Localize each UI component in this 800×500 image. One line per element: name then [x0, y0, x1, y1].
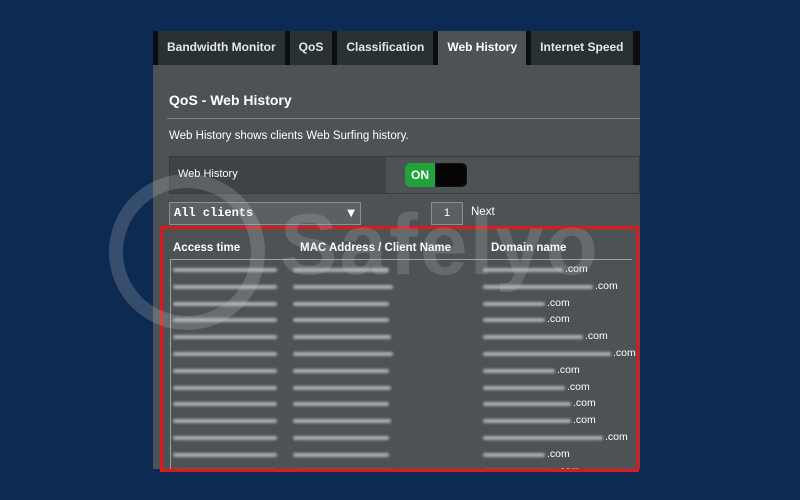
tab-web-history[interactable]: Web History	[438, 31, 527, 65]
table-row: .com	[163, 313, 636, 327]
tab-classification[interactable]: Classification	[337, 31, 434, 65]
tab-bar: Bandwidth Monitor QoS Classification Web…	[153, 31, 640, 65]
column-header-access-time: Access time	[173, 242, 241, 254]
mac-client-cell	[293, 284, 393, 289]
domain-suffix: .com	[547, 296, 570, 309]
table-row: .com	[163, 330, 636, 344]
mac-client-cell	[293, 352, 393, 356]
access-time-cell	[173, 402, 277, 407]
domain-cell	[483, 419, 571, 424]
table-row: .com	[163, 397, 636, 411]
header-divider	[170, 259, 632, 260]
table-row: .com	[163, 263, 636, 277]
domain-suffix: .com	[595, 279, 618, 292]
domain-suffix: .com	[613, 347, 636, 359]
mac-client-cell	[293, 335, 391, 340]
table-row: .com	[163, 380, 636, 395]
mac-client-cell	[293, 419, 391, 424]
domain-cell	[483, 301, 545, 306]
domain-cell	[483, 402, 571, 407]
mac-client-cell	[293, 368, 389, 373]
web-history-setting-row: Web History ON	[169, 156, 640, 194]
web-history-toggle[interactable]: ON	[405, 163, 467, 187]
domain-cell	[483, 268, 563, 272]
access-time-cell	[173, 419, 277, 424]
tab-internet-speed[interactable]: Internet Speed	[531, 31, 633, 65]
domain-suffix: .com	[605, 431, 628, 443]
domain-cell	[483, 368, 555, 373]
access-time-cell	[173, 470, 277, 472]
domain-cell	[483, 352, 611, 356]
table-row: .com	[163, 431, 636, 445]
mac-client-cell	[293, 301, 389, 306]
domain-suffix: .com	[557, 464, 580, 472]
domain-suffix: .com	[567, 380, 590, 393]
domain-cell	[483, 470, 555, 472]
access-time-cell	[173, 301, 277, 306]
domain-cell	[483, 284, 593, 289]
web-history-setting-label: Web History	[178, 168, 238, 180]
domain-cell	[483, 318, 545, 323]
table-row: .com	[163, 447, 636, 462]
table-row: .com	[163, 296, 636, 311]
domain-suffix: .com	[565, 263, 588, 275]
toggle-on-label: ON	[405, 163, 435, 187]
access-time-cell	[173, 284, 277, 289]
access-time-cell	[173, 318, 277, 323]
access-time-cell	[173, 352, 277, 356]
access-time-cell	[173, 452, 277, 457]
mac-client-cell	[293, 436, 389, 440]
mac-client-cell	[293, 470, 393, 472]
domain-cell	[483, 385, 565, 390]
access-time-cell	[173, 335, 277, 340]
mac-client-cell	[293, 318, 389, 323]
table-row: .com	[163, 414, 636, 428]
page-number-input[interactable]: 1	[431, 202, 463, 225]
column-header-mac-client: MAC Address / Client Name	[300, 242, 452, 254]
page-description: Web History shows clients Web Surfing hi…	[169, 130, 409, 142]
table-row: .com	[163, 363, 636, 378]
table-row: .com	[163, 347, 636, 361]
domain-suffix: .com	[585, 330, 608, 343]
access-time-cell	[173, 436, 277, 440]
chevron-down-icon: ▼	[347, 208, 355, 219]
access-time-cell	[173, 268, 277, 272]
domain-suffix: .com	[573, 414, 596, 427]
domain-cell	[483, 452, 545, 457]
domain-cell	[483, 436, 603, 440]
client-select-value: All clients	[174, 206, 254, 220]
domain-suffix: .com	[547, 313, 570, 326]
title-divider	[167, 118, 640, 119]
domain-suffix: .com	[557, 363, 580, 376]
access-time-cell	[173, 385, 277, 390]
mac-client-cell	[293, 268, 389, 272]
mac-client-cell	[293, 452, 389, 457]
setting-label-cell: Web History	[170, 157, 386, 193]
mac-client-cell	[293, 402, 389, 407]
next-page-link[interactable]: Next	[471, 206, 495, 218]
access-time-cell	[173, 368, 277, 373]
toggle-knob	[436, 164, 466, 186]
tab-bandwidth-monitor[interactable]: Bandwidth Monitor	[158, 31, 285, 65]
client-select[interactable]: All clients ▼	[169, 202, 361, 225]
table-row: .com	[163, 464, 636, 472]
domain-suffix: .com	[547, 447, 570, 460]
domain-suffix: .com	[573, 397, 596, 410]
web-history-table: Access time MAC Address / Client Name Do…	[160, 226, 639, 472]
tab-qos[interactable]: QoS	[289, 31, 333, 65]
domain-cell	[483, 335, 583, 340]
mac-client-cell	[293, 385, 391, 390]
column-header-domain: Domain name	[491, 242, 567, 254]
page-title: QoS - Web History	[169, 92, 292, 108]
table-row: .com	[163, 279, 636, 294]
